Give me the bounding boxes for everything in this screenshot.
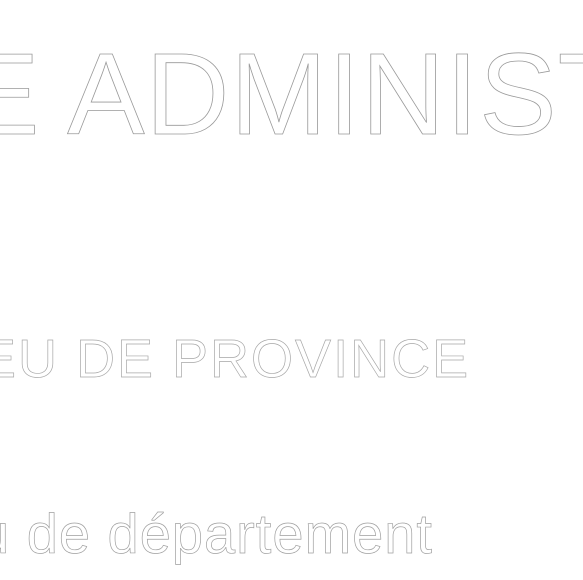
subheading-text: EU DE PROVINCE bbox=[0, 329, 471, 389]
heading-text: E ADMINIST bbox=[0, 29, 583, 159]
caption-text: u de département bbox=[0, 502, 433, 565]
outlined-text-canvas: E ADMINIST EU DE PROVINCE u de départeme… bbox=[0, 0, 583, 580]
